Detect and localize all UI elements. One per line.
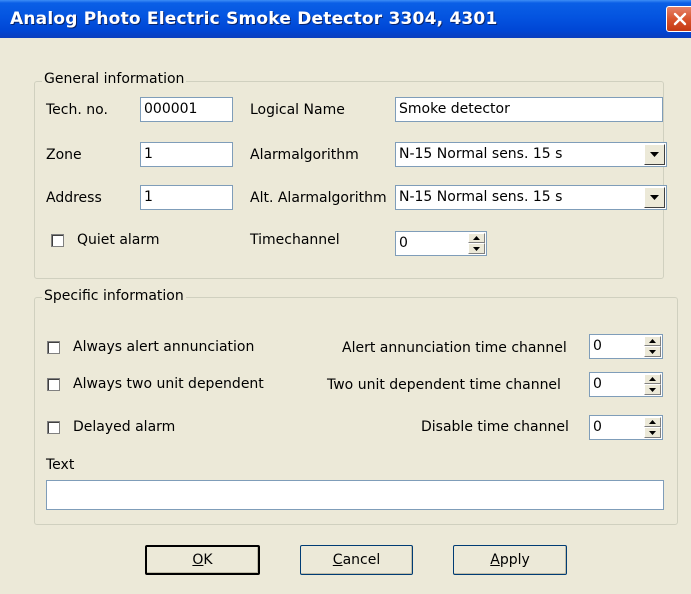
zone-field[interactable]: 1 [140,142,233,167]
alarmalgorithm-dropdown-button[interactable] [644,144,665,165]
timechannel-spinner[interactable]: 0 [395,231,487,256]
quiet-alarm-checkbox[interactable] [51,234,64,247]
always-two-unit-label[interactable]: Always two unit dependent [73,376,264,392]
logical-name-field[interactable]: Smoke detector [395,97,663,122]
alert-time-channel-spinner[interactable]: 0 [589,334,663,359]
chevron-down-icon [650,195,659,200]
specific-information-legend: Specific information [42,288,186,304]
text-label: Text [46,457,75,473]
two-unit-time-channel-down-button[interactable] [644,384,661,395]
address-label: Address [46,190,102,206]
timechannel-down-button[interactable] [468,243,485,254]
address-field[interactable]: 1 [140,185,233,210]
alt-alarmalgorithm-select[interactable]: N-15 Normal sens. 15 s [395,185,667,210]
dialog-window: Analog Photo Electric Smoke Detector 330… [0,0,691,594]
always-alert-label[interactable]: Always alert annunciation [73,339,254,355]
always-two-unit-checkbox[interactable] [47,378,60,391]
delayed-alarm-checkbox[interactable] [47,421,60,434]
timechannel-value: 0 [399,235,408,251]
ok-label: K [203,552,213,568]
tech-no-label: Tech. no. [46,102,108,118]
general-information-legend: General information [42,71,187,87]
apply-label: pply [499,552,530,568]
alt-alarmalgorithm-value: N-15 Normal sens. 15 s [399,189,563,205]
alert-time-channel-value: 0 [593,338,602,354]
alert-time-channel-down-button[interactable] [644,346,661,357]
arrow-up-icon [649,339,656,343]
text-field[interactable] [46,480,664,510]
ok-mnemonic: O [192,552,204,568]
delayed-alarm-label[interactable]: Delayed alarm [73,419,175,435]
apply-button[interactable]: Apply [453,545,567,575]
alert-time-channel-label: Alert annunciation time channel [342,340,567,356]
window-title: Analog Photo Electric Smoke Detector 330… [10,9,498,29]
timechannel-up-button[interactable] [468,233,485,243]
always-alert-checkbox[interactable] [47,341,60,354]
chevron-down-icon [650,152,659,157]
two-unit-time-channel-value: 0 [593,376,602,392]
two-unit-time-channel-up-button[interactable] [644,374,661,384]
alert-time-channel-up-button[interactable] [644,336,661,346]
two-unit-time-channel-spinner[interactable]: 0 [589,372,663,397]
alt-alarmalgorithm-dropdown-button[interactable] [644,187,665,208]
logical-name-label: Logical Name [250,102,345,118]
arrow-up-icon [649,420,656,424]
cancel-mnemonic: C [332,552,343,568]
arrow-down-icon [649,349,656,354]
alt-alarmalgorithm-label: Alt. Alarmalgorithm [250,190,387,206]
apply-mnemonic: A [490,552,500,568]
close-button[interactable] [666,6,691,32]
disable-time-channel-up-button[interactable] [644,417,661,427]
ok-button[interactable]: OK [145,545,260,575]
title-bar[interactable]: Analog Photo Electric Smoke Detector 330… [0,0,691,38]
arrow-up-icon [473,236,480,240]
close-icon [673,12,687,26]
arrow-up-icon [649,377,656,381]
cancel-label: ancel [342,552,381,568]
quiet-alarm-label[interactable]: Quiet alarm [77,232,160,248]
alarmalgorithm-select[interactable]: N-15 Normal sens. 15 s [395,142,667,167]
cancel-button[interactable]: Cancel [300,545,413,575]
two-unit-time-channel-label: Two unit dependent time channel [327,377,561,393]
tech-no-field[interactable]: 000001 [140,97,233,122]
disable-time-channel-down-button[interactable] [644,427,661,438]
alarmalgorithm-value: N-15 Normal sens. 15 s [399,146,563,162]
disable-time-channel-label: Disable time channel [421,419,569,435]
disable-time-channel-spinner[interactable]: 0 [589,415,663,440]
timechannel-label: Timechannel [250,232,340,248]
zone-label: Zone [46,147,82,163]
alarmalgorithm-label: Alarmalgorithm [250,147,359,163]
arrow-down-icon [649,430,656,435]
arrow-down-icon [649,387,656,392]
arrow-down-icon [473,246,480,251]
disable-time-channel-value: 0 [593,419,602,435]
